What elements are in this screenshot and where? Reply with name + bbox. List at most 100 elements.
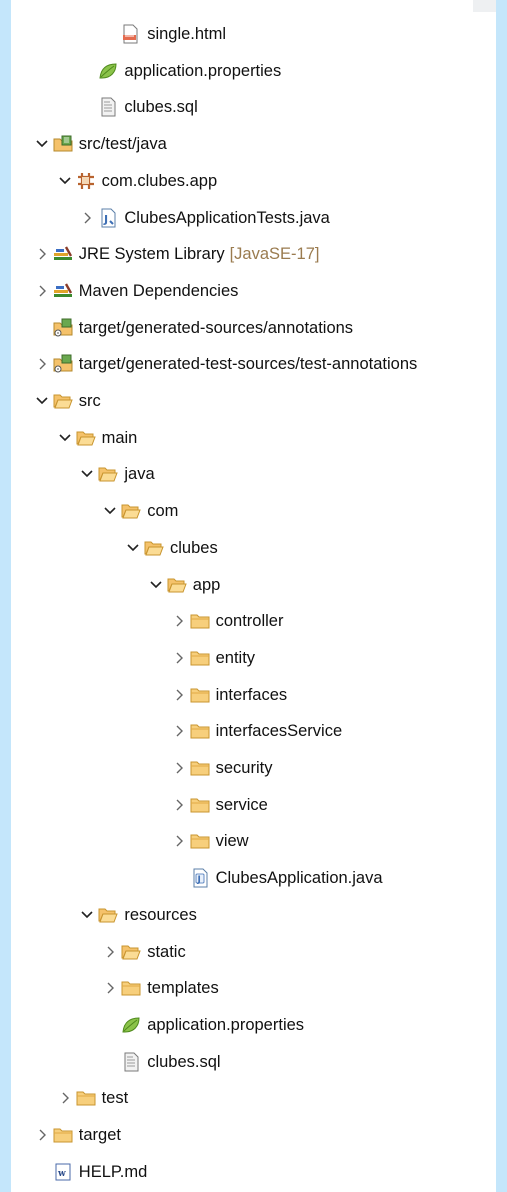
tree-item-label: clubes.sql: [147, 1052, 221, 1071]
tree-row-jre-system-library[interactable]: JRE System Library [JavaSE-17]: [11, 236, 496, 272]
tree-row-interfacesservice[interactable]: interfacesService: [11, 713, 496, 749]
chevron-right-icon[interactable]: [171, 687, 187, 703]
tree-row-security[interactable]: security: [11, 750, 496, 786]
no-twisty: [102, 26, 118, 42]
tree-row-maven-dependencies[interactable]: Maven Dependencies: [11, 273, 496, 309]
tree-row-static[interactable]: static: [11, 934, 496, 970]
tree-row-test[interactable]: test: [11, 1080, 496, 1116]
chevron-down-icon[interactable]: [79, 466, 95, 482]
tree-item-label: controller: [215, 612, 284, 631]
tree-item-label: target: [78, 1126, 121, 1144]
folder-open-icon: [53, 391, 73, 411]
tree-item-label: java: [124, 465, 155, 484]
tree-row-single-html[interactable]: single.html: [11, 16, 496, 52]
tree-row-view[interactable]: view: [11, 823, 496, 859]
chevron-right-icon[interactable]: [34, 283, 50, 299]
chevron-down-icon[interactable]: [34, 136, 50, 152]
folder-icon: [190, 648, 210, 668]
tree-item-label: interfaces: [215, 685, 288, 704]
sql-file-icon: [121, 1052, 141, 1072]
tree-row-src[interactable]: src: [11, 383, 496, 419]
tree-row-application-properties[interactable]: application.properties: [11, 1007, 496, 1043]
no-twisty: [34, 320, 50, 336]
chevron-right-icon[interactable]: [171, 833, 187, 849]
chevron-down-icon[interactable]: [125, 540, 141, 556]
tree-item-label: app: [192, 575, 221, 594]
tree-item-label: target/generated-sources/annotations: [78, 318, 354, 337]
project-explorer-tree: single.html application.properties clubes.…: [11, 0, 496, 1192]
tree-row-clubesapplicationtests-java[interactable]: J ClubesApplicationTests.java: [11, 200, 496, 236]
chevron-right-icon[interactable]: [57, 1090, 73, 1106]
tree-item-label: clubes: [170, 538, 218, 557]
no-twisty: [102, 1017, 118, 1033]
tree-item-label: ClubesApplicationTests.java: [124, 208, 330, 227]
chevron-down-icon[interactable]: [57, 173, 73, 189]
folder-icon: [190, 795, 210, 815]
tree-item-label: HELP.md: [78, 1162, 148, 1181]
tree-item-label: resources: [124, 905, 197, 924]
tree-row-app[interactable]: app: [11, 567, 496, 603]
folder-icon: [76, 1088, 96, 1108]
tree-row-java[interactable]: java: [11, 456, 496, 492]
tree-item-label: JRE System Library: [78, 245, 225, 264]
folder-icon: [121, 978, 141, 998]
chevron-down-icon[interactable]: [148, 577, 164, 593]
spring-leaf-icon: [98, 61, 118, 81]
chevron-right-icon[interactable]: [102, 980, 118, 996]
folder-icon: [190, 831, 210, 851]
svg-text:J: J: [103, 213, 108, 226]
no-twisty: [79, 99, 95, 115]
tree-row-clubes-sql[interactable]: clubes.sql: [11, 1044, 496, 1080]
tree-row-src-test-java[interactable]: src/test/java: [11, 126, 496, 162]
folder-open-icon: [98, 464, 119, 484]
tree-row-com-clubes-app[interactable]: com.clubes.app: [11, 163, 496, 199]
markdown-file-icon: w: [53, 1162, 73, 1182]
chevron-right-icon[interactable]: [79, 210, 95, 226]
chevron-down-icon[interactable]: [102, 503, 118, 519]
tree-item-label: target/generated-test-sources/test-annot…: [78, 355, 418, 374]
tree-row-clubesapplication-java[interactable]: J ClubesApplication.java: [11, 860, 496, 896]
no-twisty: [79, 63, 95, 79]
chevron-right-icon[interactable]: [171, 650, 187, 666]
no-twisty: [102, 1054, 118, 1070]
chevron-right-icon[interactable]: [34, 356, 50, 372]
folder-icon: [190, 611, 210, 631]
tree-row-target-generated-test-sources-test-annotations[interactable]: target/generated-test-sources/test-annot…: [11, 346, 496, 382]
folder-open-icon: [76, 428, 96, 448]
chevron-right-icon[interactable]: [171, 797, 187, 813]
tree-item-label: test: [101, 1089, 129, 1108]
no-twisty: [34, 1164, 50, 1180]
tree-item-label: src: [78, 392, 101, 410]
tree-row-clubes-sql[interactable]: clubes.sql: [11, 89, 496, 125]
chevron-down-icon[interactable]: [79, 907, 95, 923]
chevron-down-icon[interactable]: [34, 393, 50, 409]
svg-text:J: J: [196, 875, 200, 885]
chevron-down-icon[interactable]: [57, 430, 73, 446]
generated-source-folder-icon: [53, 318, 73, 338]
tree-item-label: ClubesApplication.java: [215, 869, 383, 888]
tree-row-service[interactable]: service: [11, 787, 496, 823]
chevron-right-icon[interactable]: [34, 246, 50, 262]
tree-row-controller[interactable]: controller: [11, 603, 496, 639]
tree-row-target[interactable]: target: [11, 1117, 496, 1153]
tree-row-target-generated-sources-annotations[interactable]: target/generated-sources/annotations: [11, 310, 496, 346]
tree-row-application-properties[interactable]: application.properties: [11, 53, 496, 89]
tree-row-clubes[interactable]: clubes: [11, 530, 496, 566]
tree-row-entity[interactable]: entity: [11, 640, 496, 676]
tree-row-com[interactable]: com: [11, 493, 496, 529]
tree-row-resources[interactable]: resources: [11, 897, 496, 933]
tree-item-label: entity: [215, 648, 256, 667]
chevron-right-icon[interactable]: [171, 723, 187, 739]
java-file-icon: J: [190, 868, 210, 888]
tree-row-interfaces[interactable]: interfaces: [11, 677, 496, 713]
folder-open-icon: [98, 905, 119, 925]
chevron-right-icon[interactable]: [34, 1127, 50, 1143]
tree-item-label: templates: [147, 979, 219, 998]
chevron-right-icon[interactable]: [171, 760, 187, 776]
folder-open-icon: [144, 538, 164, 558]
tree-row-main[interactable]: main: [11, 420, 496, 456]
chevron-right-icon[interactable]: [102, 944, 118, 960]
chevron-right-icon[interactable]: [171, 613, 187, 629]
tree-row-templates[interactable]: templates: [11, 970, 496, 1006]
tree-row-help-md[interactable]: w HELP.md: [11, 1154, 496, 1190]
